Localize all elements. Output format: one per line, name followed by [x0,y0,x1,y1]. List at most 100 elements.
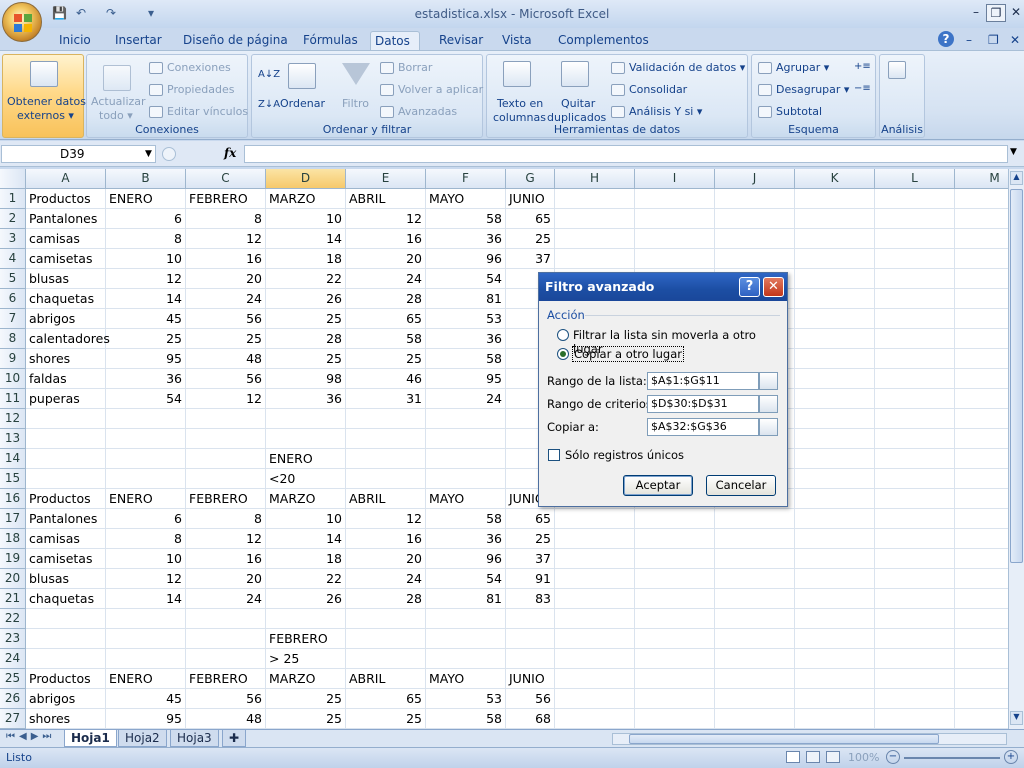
cell-D16[interactable]: MARZO [266,489,346,509]
cell-M13[interactable] [955,429,1008,449]
cell-E3[interactable]: 16 [346,229,426,249]
cell-K4[interactable] [795,249,875,269]
solver-icon[interactable] [888,61,906,79]
horizontal-scrollbar[interactable] [612,733,1007,745]
cell-A24[interactable] [26,649,106,669]
cell-L26[interactable] [875,689,955,709]
cell-L5[interactable] [875,269,955,289]
cell-E24[interactable] [346,649,426,669]
cell-M12[interactable] [955,409,1008,429]
cell-B16[interactable]: ENERO [106,489,186,509]
cell-L6[interactable] [875,289,955,309]
scroll-down-icon[interactable]: ▼ [1010,711,1023,725]
cell-F26[interactable]: 53 [426,689,506,709]
cell-A14[interactable] [26,449,106,469]
cell-D5[interactable]: 22 [266,269,346,289]
cell-A19[interactable]: camisetas [26,549,106,569]
cell-I18[interactable] [635,529,715,549]
row-header[interactable]: 12 [0,409,26,429]
row-header[interactable]: 6 [0,289,26,309]
formula-bar-expand-icon[interactable]: ▼ [1010,147,1017,157]
consolidar-button[interactable]: Consolidar [611,83,687,96]
cell-H27[interactable] [555,709,635,729]
analisis-y-si-button[interactable]: Análisis Y si ▾ [611,105,702,118]
cell-J3[interactable] [715,229,795,249]
cell-H18[interactable] [555,529,635,549]
cell-K10[interactable] [795,369,875,389]
office-button[interactable] [2,2,42,42]
tab-revisar[interactable]: Revisar [435,31,487,50]
quitar-duplicados-label-1[interactable]: Quitar [561,97,595,110]
cell-K25[interactable] [795,669,875,689]
cell-C22[interactable] [186,609,266,629]
cell-L16[interactable] [875,489,955,509]
cell-I23[interactable] [635,629,715,649]
cell-B1[interactable]: ENERO [106,189,186,209]
tab-insertar[interactable]: Insertar [111,31,166,50]
desagrupar-button[interactable]: Desagrupar ▾ [758,83,849,96]
cell-A16[interactable]: Productos [26,489,106,509]
cell-B3[interactable]: 8 [106,229,186,249]
cell-L23[interactable] [875,629,955,649]
tab-diseno[interactable]: Diseño de página [179,31,292,50]
cell-C15[interactable] [186,469,266,489]
cell-K26[interactable] [795,689,875,709]
cell-L18[interactable] [875,529,955,549]
dialog-help-button[interactable]: ? [739,277,760,297]
sort-za-icon[interactable]: Z↓A [258,99,280,110]
cell-D1[interactable]: MARZO [266,189,346,209]
cell-D8[interactable]: 28 [266,329,346,349]
cell-H4[interactable] [555,249,635,269]
column-header-A[interactable]: A [26,169,106,189]
cell-L12[interactable] [875,409,955,429]
cell-M14[interactable] [955,449,1008,469]
cell-G17[interactable]: 65 [506,509,555,529]
row-header[interactable]: 3 [0,229,26,249]
column-header-I[interactable]: I [635,169,715,189]
cell-B2[interactable]: 6 [106,209,186,229]
cell-K7[interactable] [795,309,875,329]
cell-C25[interactable]: FEBRERO [186,669,266,689]
cell-E2[interactable]: 12 [346,209,426,229]
cell-K5[interactable] [795,269,875,289]
cell-A9[interactable]: shores [26,349,106,369]
filtro-button[interactable]: Filtro [342,97,369,110]
cell-K16[interactable] [795,489,875,509]
propiedades-button[interactable]: Propiedades [149,83,234,96]
cell-G21[interactable]: 83 [506,589,555,609]
cell-E20[interactable]: 24 [346,569,426,589]
rango-lista-input[interactable]: $A$1:$G$11 [647,372,759,390]
sheet-tab-hoja1[interactable]: Hoja1 [64,730,117,747]
cell-F27[interactable]: 58 [426,709,506,729]
cell-J1[interactable] [715,189,795,209]
cell-C9[interactable]: 48 [186,349,266,369]
validacion-button[interactable]: Validación de datos ▾ [611,61,745,74]
cell-A4[interactable]: camisetas [26,249,106,269]
cell-F11[interactable]: 24 [426,389,506,409]
cell-F21[interactable]: 81 [426,589,506,609]
column-header-B[interactable]: B [106,169,186,189]
cell-K3[interactable] [795,229,875,249]
cell-D21[interactable]: 26 [266,589,346,609]
cell-J23[interactable] [715,629,795,649]
cell-E15[interactable] [346,469,426,489]
cell-I25[interactable] [635,669,715,689]
worksheet-grid[interactable]: A B C D E F G H I J K L M 1 Productos ENERO FEBRERO MARZO… [0,169,1008,729]
cell-L8[interactable] [875,329,955,349]
cell-D15[interactable]: <20 [266,469,346,489]
cell-M19[interactable] [955,549,1008,569]
row-header[interactable]: 4 [0,249,26,269]
dialog-close-button[interactable]: ✕ [763,277,784,297]
cell-E1[interactable]: ABRIL [346,189,426,209]
row-header[interactable]: 18 [0,529,26,549]
cell-L10[interactable] [875,369,955,389]
cell-H20[interactable] [555,569,635,589]
row-header[interactable]: 5 [0,269,26,289]
cell-A22[interactable] [26,609,106,629]
cell-D2[interactable]: 10 [266,209,346,229]
cell-K15[interactable] [795,469,875,489]
cell-B9[interactable]: 95 [106,349,186,369]
cell-B6[interactable]: 14 [106,289,186,309]
cell-H26[interactable] [555,689,635,709]
cell-G24[interactable] [506,649,555,669]
